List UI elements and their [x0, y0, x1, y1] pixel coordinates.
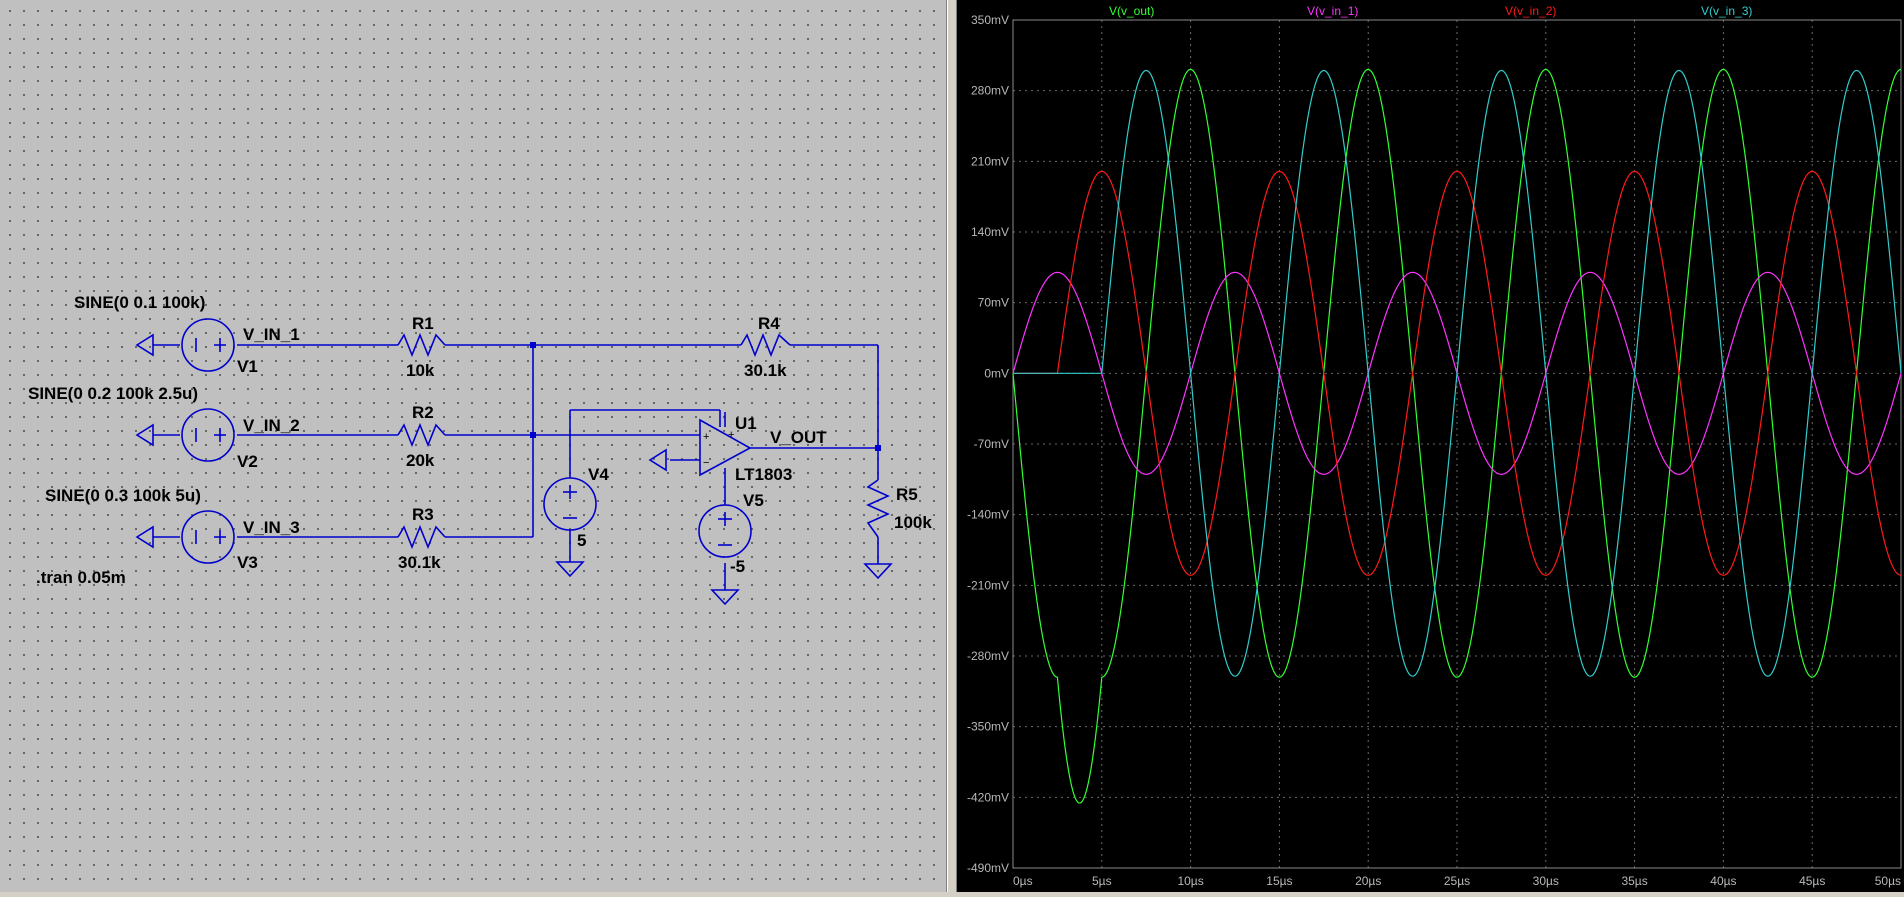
svg-text:+: + — [703, 431, 709, 443]
schematic-canvas[interactable]: + + − SINE(0 0.1 100k) SINE(0 0.2 100k 2… — [0, 0, 947, 892]
r5-value: 100k — [894, 513, 932, 532]
v1-value: SINE(0 0.1 100k) — [74, 293, 205, 312]
x-tick-label: 20µs — [1355, 874, 1381, 888]
v5-label: V5 — [743, 491, 764, 510]
x-tick-label: 0µs — [1013, 874, 1033, 888]
waveform-viewer[interactable]: 350mV 280mV 210mV 140mV 70mV 0mV -70mV -140mV -2… — [957, 0, 1904, 892]
r2-label: R2 — [412, 403, 434, 422]
schematic-editor[interactable]: + + − SINE(0 0.1 100k) SINE(0 0.2 100k 2… — [0, 0, 947, 892]
y-axis-ticks: 350mV 280mV 210mV 140mV 70mV 0mV -70mV -140mV -2… — [967, 13, 1009, 875]
y-tick-label: 140mV — [971, 225, 1009, 239]
net-v-in-1: V_IN_1 — [243, 325, 300, 344]
trace-legend-label[interactable]: V(v_in_2) — [1505, 4, 1556, 18]
x-tick-label: 25µs — [1444, 874, 1470, 888]
trace-legend-label[interactable]: V(v_in_1) — [1307, 4, 1358, 18]
tran-directive[interactable]: .tran 0.05m — [36, 568, 126, 587]
net-v-in-3: V_IN_3 — [243, 518, 300, 537]
v5-value: -5 — [730, 557, 745, 576]
r4-value: 30.1k — [744, 361, 787, 380]
y-tick-label: 280mV — [971, 84, 1009, 98]
v1-label: V1 — [237, 357, 258, 376]
trace-legend-label[interactable]: V(v_in_3) — [1701, 4, 1752, 18]
input-ports — [135, 333, 667, 549]
y-tick-label: -490mV — [967, 861, 1009, 875]
x-tick-label: 10µs — [1177, 874, 1203, 888]
net-v-out: V_OUT — [770, 428, 827, 447]
svg-text:+: + — [728, 429, 734, 441]
resistor-r3[interactable] — [397, 524, 446, 550]
y-tick-label: -350mV — [967, 720, 1009, 734]
x-tick-label: 35µs — [1621, 874, 1647, 888]
r1-label: R1 — [412, 314, 434, 333]
resistor-r2[interactable] — [397, 422, 446, 448]
x-tick-label: 30µs — [1533, 874, 1559, 888]
v2-value: SINE(0 0.2 100k 2.5u) — [28, 384, 198, 403]
trace-legend[interactable]: V(v_out) V(v_in_1) V(v_in_2) V(v_in_3) — [1109, 4, 1752, 18]
supply-v5[interactable] — [698, 504, 752, 558]
r3-label: R3 — [412, 505, 434, 524]
source-v1[interactable] — [181, 318, 235, 372]
y-tick-label: 0mV — [984, 366, 1009, 380]
y-tick-label: -70mV — [974, 437, 1009, 451]
y-tick-label: 350mV — [971, 13, 1009, 27]
y-tick-label: -280mV — [967, 649, 1009, 663]
v3-label: V3 — [237, 553, 258, 572]
x-tick-label: 45µs — [1799, 874, 1825, 888]
x-tick-label: 5µs — [1092, 874, 1112, 888]
ground-symbols — [555, 561, 893, 606]
u1-model: LT1803 — [735, 465, 792, 484]
r4-label: R4 — [758, 314, 780, 333]
y-tick-label: 210mV — [971, 154, 1009, 168]
svg-text:−: − — [703, 457, 709, 469]
resistor-r4[interactable] — [740, 332, 791, 358]
trace-legend-label[interactable]: V(v_out) — [1109, 4, 1154, 18]
resistor-r1[interactable] — [397, 332, 446, 358]
x-tick-label: 15µs — [1266, 874, 1292, 888]
x-axis-ticks: 0µs 5µs 10µs 15µs 20µs 25µs 30µs 35µs 40µs 45µs 50… — [1013, 874, 1901, 888]
y-tick-label: 70mV — [978, 296, 1009, 310]
resistor-r5[interactable] — [866, 479, 890, 538]
r3-value: 30.1k — [398, 553, 441, 572]
v3-value: SINE(0 0.3 100k 5u) — [45, 486, 201, 505]
pane-splitter[interactable] — [947, 0, 957, 892]
y-tick-label: -420mV — [967, 790, 1009, 804]
x-tick-label: 40µs — [1710, 874, 1736, 888]
u1-label: U1 — [735, 414, 757, 433]
y-tick-label: -210mV — [967, 578, 1009, 592]
v4-label: V4 — [588, 465, 609, 484]
waveform-plot[interactable]: 350mV 280mV 210mV 140mV 70mV 0mV -70mV -140mV -2… — [957, 0, 1904, 892]
v2-label: V2 — [237, 452, 258, 471]
source-v2[interactable] — [181, 408, 235, 462]
v4-value: 5 — [577, 531, 586, 550]
source-v3[interactable] — [181, 510, 235, 564]
plot-grid — [1012, 19, 1902, 869]
net-v-in-2: V_IN_2 — [243, 416, 300, 435]
r1-value: 10k — [406, 361, 435, 380]
r2-value: 20k — [406, 451, 435, 470]
r5-label: R5 — [896, 485, 918, 504]
y-tick-label: -140mV — [967, 508, 1009, 522]
x-tick-label: 50µs — [1875, 874, 1901, 888]
supply-v4[interactable] — [543, 477, 597, 531]
